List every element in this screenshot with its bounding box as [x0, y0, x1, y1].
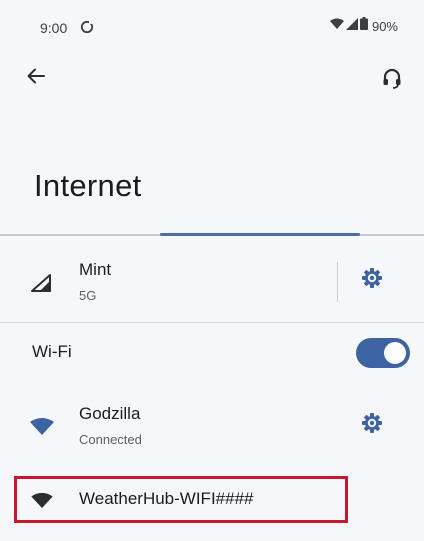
wifi-toggle-thumb — [384, 342, 406, 364]
highlight-box — [14, 476, 348, 523]
wifi-label: Wi-Fi — [32, 342, 72, 361]
battery-percentage: 90% — [371, 18, 398, 34]
data-saver-icon — [80, 20, 94, 34]
status-right-group: 90% — [329, 17, 398, 35]
network-settings-button[interactable] — [359, 412, 385, 438]
wifi-icon — [30, 416, 54, 436]
row-divider — [0, 322, 424, 323]
help-icon — [381, 67, 403, 94]
internet-settings-screen: 9:00 90% Internet Mint 5G Wi-Fi Godzilla… — [0, 0, 424, 541]
status-time: 9:00 — [40, 20, 68, 36]
arrow-back-icon — [27, 68, 45, 89]
wifi-network-row-connected[interactable]: Godzilla Connected — [0, 390, 424, 464]
wifi-status-icon — [329, 17, 344, 35]
mobile-network-type: 5G — [79, 288, 97, 303]
mobile-network-row[interactable]: Mint 5G — [0, 242, 424, 320]
help-button[interactable] — [378, 66, 406, 94]
network-status: Connected — [79, 432, 142, 447]
cellular-signal-icon — [30, 272, 52, 294]
network-name: Godzilla — [79, 404, 141, 423]
mobile-network-settings-button[interactable] — [359, 267, 385, 293]
battery-icon — [359, 17, 368, 35]
wifi-toggle-row[interactable]: Wi-Fi — [0, 324, 424, 384]
header-scroll-indicator — [160, 233, 360, 236]
mobile-network-name: Mint — [79, 260, 112, 279]
gear-icon — [361, 267, 383, 294]
page-title: Internet — [34, 168, 142, 203]
cellular-status-icon — [345, 17, 358, 35]
status-bar: 9:00 90% — [0, 0, 424, 40]
gear-icon — [361, 412, 383, 439]
vertical-separator — [337, 262, 338, 302]
back-button[interactable] — [22, 64, 50, 92]
wifi-toggle[interactable] — [356, 338, 410, 368]
